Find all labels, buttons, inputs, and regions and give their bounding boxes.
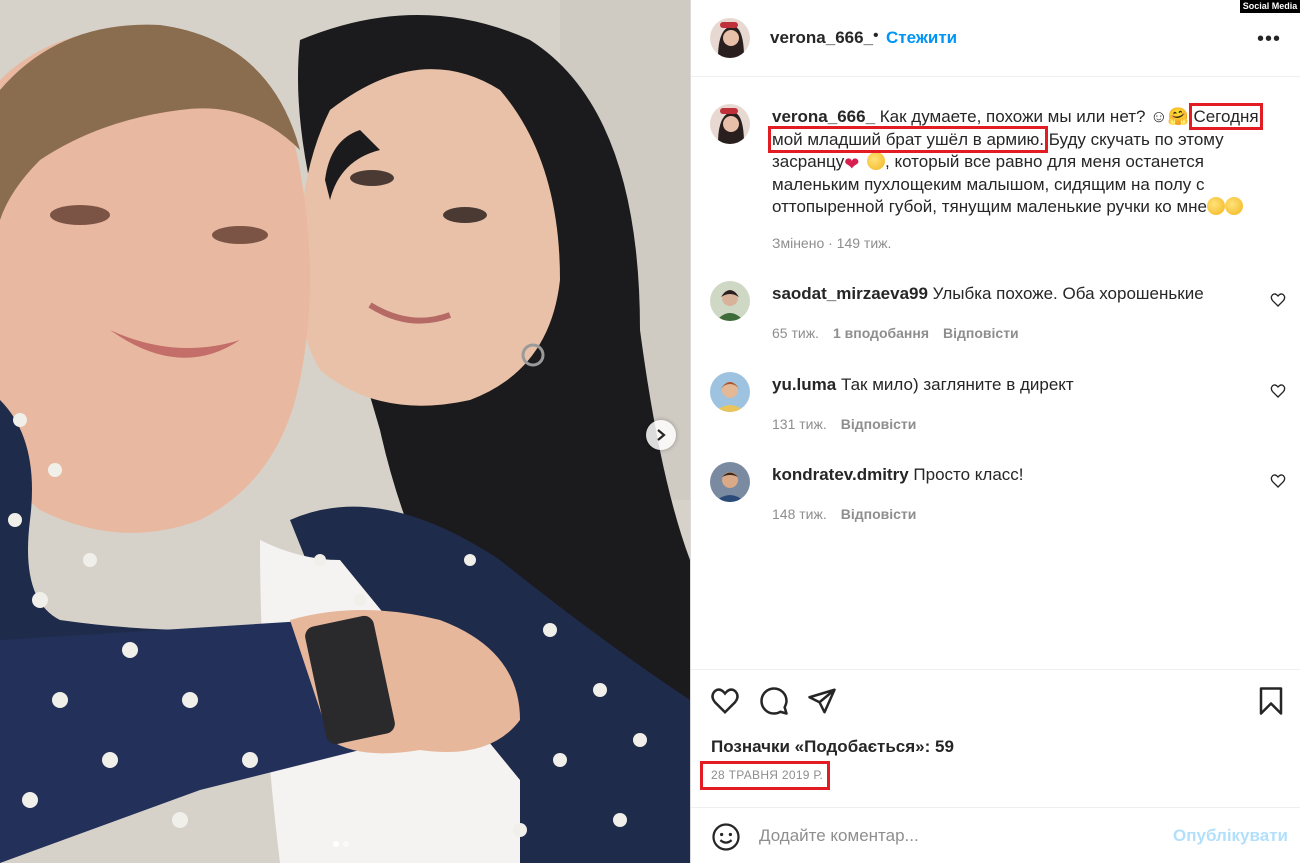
watermark-badge: Social Media bbox=[1240, 0, 1300, 13]
comment-likes[interactable]: 1 вподобання bbox=[833, 325, 929, 341]
bookmark-icon[interactable] bbox=[1256, 686, 1286, 716]
carousel-indicator bbox=[333, 841, 349, 847]
comments-section: verona_666_ Как думаете, похожи мы или н… bbox=[691, 77, 1300, 669]
carousel-dot-active bbox=[333, 841, 339, 847]
reply-button[interactable]: Відповісти bbox=[841, 416, 917, 432]
heart-icon[interactable] bbox=[710, 686, 740, 716]
author-avatar[interactable] bbox=[710, 18, 750, 58]
send-icon[interactable] bbox=[807, 686, 837, 716]
avatar-image bbox=[710, 462, 750, 502]
carousel-dot bbox=[343, 841, 349, 847]
sad-emoji bbox=[1207, 197, 1225, 215]
chevron-right-icon bbox=[657, 429, 666, 441]
weary-emoji bbox=[1225, 197, 1243, 215]
comment-body: Улыбка похоже. Оба хорошенькие bbox=[927, 284, 1204, 303]
comment-body: Просто класс! bbox=[908, 465, 1024, 484]
smiley-icon[interactable] bbox=[711, 822, 741, 852]
comment-time: 65 тиж. bbox=[772, 325, 819, 341]
comment-time: 131 тиж. bbox=[772, 416, 827, 432]
commenter-avatar[interactable] bbox=[710, 281, 750, 321]
caption-line1: Как думаете, похожи мы или нет? ☺🤗 bbox=[875, 107, 1189, 126]
post-actions bbox=[691, 682, 1300, 722]
comment-meta: 148 тиж. Відповісти bbox=[772, 506, 930, 522]
next-photo-button[interactable] bbox=[646, 420, 676, 450]
comment-like-icon[interactable] bbox=[1270, 473, 1286, 489]
caption-username[interactable]: verona_666_ bbox=[772, 107, 875, 126]
add-comment-bar: Опублікувати bbox=[691, 808, 1300, 863]
avatar-image bbox=[710, 104, 750, 144]
comment-username[interactable]: yu.luma bbox=[772, 375, 836, 394]
avatar-image bbox=[710, 372, 750, 412]
comment-body: Так мило) загляните в директ bbox=[836, 375, 1074, 394]
reply-button[interactable]: Відповісти bbox=[841, 506, 917, 522]
header-separator: • bbox=[873, 27, 879, 44]
likes-count[interactable]: Позначки «Подобається»: 59 bbox=[711, 737, 954, 757]
smile-emoji bbox=[867, 152, 886, 170]
comment-like-icon[interactable] bbox=[1270, 292, 1286, 308]
author-username[interactable]: verona_666_ bbox=[770, 28, 873, 48]
post-photo bbox=[0, 0, 690, 863]
date-highlight-box bbox=[700, 761, 830, 790]
publish-button[interactable]: Опублікувати bbox=[1173, 826, 1288, 846]
comment-text: kondratev.dmitry Просто класс! bbox=[772, 465, 1024, 485]
follow-button[interactable]: Стежити bbox=[886, 28, 957, 48]
comment-username[interactable]: saodat_mirzaeva99 bbox=[772, 284, 928, 303]
more-options-icon[interactable]: ••• bbox=[1257, 28, 1281, 51]
reply-button[interactable]: Відповісти bbox=[943, 325, 1019, 341]
comment-meta: 131 тиж. Відповісти bbox=[772, 416, 930, 432]
avatar-image bbox=[710, 281, 750, 321]
commenter-avatar[interactable] bbox=[710, 462, 750, 502]
actions-divider bbox=[691, 669, 1300, 670]
comment-text: saodat_mirzaeva99 Улыбка похоже. Оба хор… bbox=[772, 284, 1204, 304]
post-details-panel: verona_666_ • Стежити ••• verona_666_ Ка… bbox=[691, 0, 1300, 863]
comment-time: 148 тиж. bbox=[772, 506, 827, 522]
caption-meta: Змінено · 149 тиж. bbox=[772, 235, 892, 251]
comment-meta: 65 тиж. 1 вподобання Відповісти bbox=[772, 325, 1033, 341]
comment-input[interactable] bbox=[759, 822, 1139, 850]
comment-username[interactable]: kondratev.dmitry bbox=[772, 465, 909, 484]
heart-emoji: ❤ bbox=[844, 154, 860, 174]
avatar-image bbox=[710, 18, 750, 58]
comment-icon[interactable] bbox=[759, 686, 789, 716]
comment-text: yu.luma Так мило) загляните в директ bbox=[772, 375, 1074, 395]
post-header: verona_666_ • Стежити ••• bbox=[691, 0, 1300, 77]
commenter-avatar[interactable] bbox=[710, 372, 750, 412]
caption-avatar[interactable] bbox=[710, 104, 750, 144]
photo-illustration bbox=[0, 0, 690, 863]
caption-text: verona_666_ Как думаете, похожи мы или н… bbox=[768, 103, 1267, 219]
comment-like-icon[interactable] bbox=[1270, 383, 1286, 399]
